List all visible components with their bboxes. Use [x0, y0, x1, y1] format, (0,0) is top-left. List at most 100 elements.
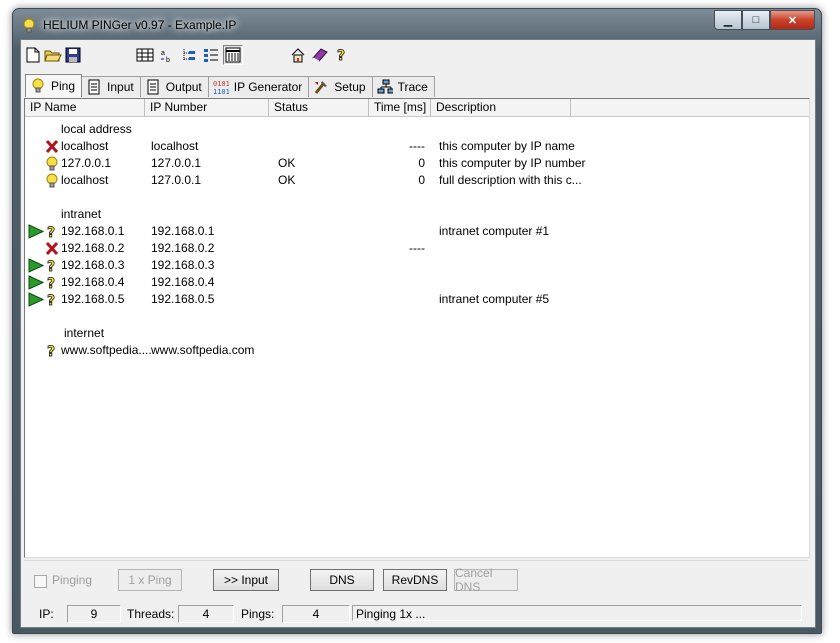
ip-number-cell: www.softpedia.com: [151, 343, 255, 357]
status-cell: OK: [278, 156, 296, 170]
save-disk-icon[interactable]: [63, 45, 83, 65]
tab-ip-generator[interactable]: 0101 1101 IP Generator: [207, 76, 310, 97]
ip-number-cell: 127.0.0.1: [151, 156, 202, 170]
ip-count-value: 9: [67, 605, 121, 623]
control-panel: Pinging 1 x Ping >> Input DNS RevDNS Can…: [24, 560, 808, 605]
sort-view-icon[interactable]: ab: [157, 45, 177, 65]
svg-text:?: ?: [47, 259, 55, 273]
list-item[interactable]: ? 192.168.0.4 192.168.0.4: [25, 274, 809, 293]
tree-view-icon[interactable]: [179, 45, 199, 65]
close-button[interactable]: ✕: [770, 10, 815, 30]
ping-list[interactable]: IP Name IP Number Status Time [ms] Descr…: [24, 98, 810, 558]
question-mark-icon: ?: [45, 258, 59, 276]
lightbulb-icon: [45, 173, 59, 188]
list-item[interactable]: ? www.softpedia.... www.softpedia.com: [25, 342, 809, 360]
open-folder-icon[interactable]: [43, 45, 63, 65]
description-cell: full description with this c...: [439, 173, 582, 187]
threads-value: 4: [178, 605, 234, 623]
input-button[interactable]: >> Input: [213, 569, 279, 591]
column-ip-name[interactable]: IP Name: [25, 99, 145, 116]
svg-text:?: ?: [47, 344, 55, 358]
book-icon[interactable]: [310, 45, 330, 65]
ip-number-cell: 192.168.0.4: [151, 275, 215, 289]
svg-text:?: ?: [47, 276, 55, 290]
group-header: intranet: [25, 206, 809, 223]
maximize-button[interactable]: □: [742, 10, 770, 30]
minimize-button[interactable]: ▁: [714, 10, 742, 30]
question-mark-icon: ?: [45, 292, 59, 310]
tab-input[interactable]: Input: [81, 76, 141, 97]
app-window: HELIUM PINGer v0.97 - Example.IP ▁ □ ✕ a…: [12, 8, 822, 634]
tab-output[interactable]: Output: [139, 76, 209, 97]
ip-name-cell: 192.168.0.1: [61, 224, 125, 238]
time-cell: ----: [409, 241, 425, 255]
list-item[interactable]: ? 192.168.0.3 192.168.0.3: [25, 257, 809, 276]
svg-text:?: ?: [337, 48, 345, 63]
client-area: ab ? Ping Input Output 0101 1101 IP Gene…: [20, 39, 816, 628]
home-icon[interactable]: [288, 45, 308, 65]
column-time[interactable]: Time [ms]: [369, 99, 431, 116]
failed-x-icon: [45, 139, 59, 154]
list-item[interactable]: ? 192.168.0.1 192.168.0.1 intranet computer…: [25, 223, 809, 241]
column-ip-number[interactable]: IP Number: [145, 99, 269, 116]
help-icon[interactable]: ?: [332, 45, 352, 65]
ip-name-cell: 127.0.0.1: [61, 156, 112, 170]
detail-view-icon[interactable]: [223, 45, 243, 65]
pinging-checkbox[interactable]: [34, 575, 47, 588]
grid-view-icon[interactable]: [135, 45, 155, 65]
tab-label: IP Generator: [233, 80, 303, 94]
time-cell: 0: [418, 156, 425, 170]
cancel-dns-button[interactable]: Cancel DNS: [454, 566, 518, 594]
group-label: intranet: [61, 207, 102, 221]
tab-label: Setup: [334, 80, 366, 94]
toolbar: ab ?: [23, 45, 803, 67]
group-header: internet: [25, 325, 809, 342]
group-header: local address: [25, 121, 809, 138]
window-title: HELIUM PINGer v0.97 - Example.IP: [43, 18, 237, 32]
tab-trace[interactable]: Trace: [371, 76, 435, 97]
lightbulb-icon: [30, 78, 46, 94]
caption-buttons: ▁ □ ✕: [714, 10, 815, 30]
ip-name-cell: 192.168.0.4: [61, 275, 125, 289]
notepad-icon: [86, 79, 102, 95]
group-label: local address: [61, 122, 132, 136]
binary-icon: 0101 1101: [213, 79, 229, 95]
lightbulb-icon: [45, 156, 59, 171]
svg-text:0101: 0101: [213, 80, 229, 88]
svg-text:?: ?: [47, 293, 55, 307]
ip-name-cell: 192.168.0.2: [61, 241, 125, 255]
list-item[interactable]: 192.168.0.2 192.168.0.2 ----: [25, 240, 809, 257]
blank-row: [25, 189, 809, 206]
failed-x-icon: [45, 241, 59, 256]
list-item[interactable]: localhost localhost this computer by IP na…: [25, 138, 809, 155]
pings-label: Pings:: [241, 607, 275, 621]
tab-label: Trace: [397, 80, 428, 94]
revdns-button[interactable]: RevDNS: [383, 569, 447, 591]
list-item[interactable]: ? 192.168.0.5 192.168.0.5 intranet computer…: [25, 291, 809, 310]
column-description[interactable]: Description: [431, 99, 571, 116]
ip-number-cell: localhost: [151, 139, 199, 153]
ping-once-button[interactable]: 1 x Ping: [118, 569, 182, 591]
ip-name-cell: 192.168.0.3: [61, 258, 125, 272]
dns-button[interactable]: DNS: [310, 569, 374, 591]
title-bar[interactable]: HELIUM PINGer v0.97 - Example.IP ▁ □ ✕: [13, 9, 821, 39]
column-status[interactable]: Status: [269, 99, 369, 116]
svg-text:a: a: [161, 50, 165, 57]
active-arrow-icon: [28, 275, 45, 290]
list-view-icon[interactable]: [201, 45, 221, 65]
ip-name-cell: localhost: [61, 139, 109, 153]
tab-setup[interactable]: Setup: [308, 76, 373, 97]
question-mark-icon: ?: [45, 275, 59, 293]
ip-name-cell: www.softpedia....: [61, 343, 152, 357]
status-message: Pinging 1x ...: [352, 605, 802, 621]
new-file-icon[interactable]: [23, 45, 43, 65]
blank-row: [25, 308, 809, 325]
list-item[interactable]: localhost 127.0.0.1 OK full description wit…: [25, 172, 809, 189]
tab-ping[interactable]: Ping: [25, 74, 83, 97]
ip-number-cell: 192.168.0.5: [151, 292, 215, 306]
description-cell: intranet computer #1: [439, 224, 550, 238]
ip-number-cell: 192.168.0.2: [151, 241, 215, 255]
svg-text:1101: 1101: [213, 88, 229, 95]
list-item[interactable]: 127.0.0.1 127.0.0.1 OK this computer by IP …: [25, 155, 809, 172]
description-cell: this computer by IP number: [439, 156, 586, 170]
